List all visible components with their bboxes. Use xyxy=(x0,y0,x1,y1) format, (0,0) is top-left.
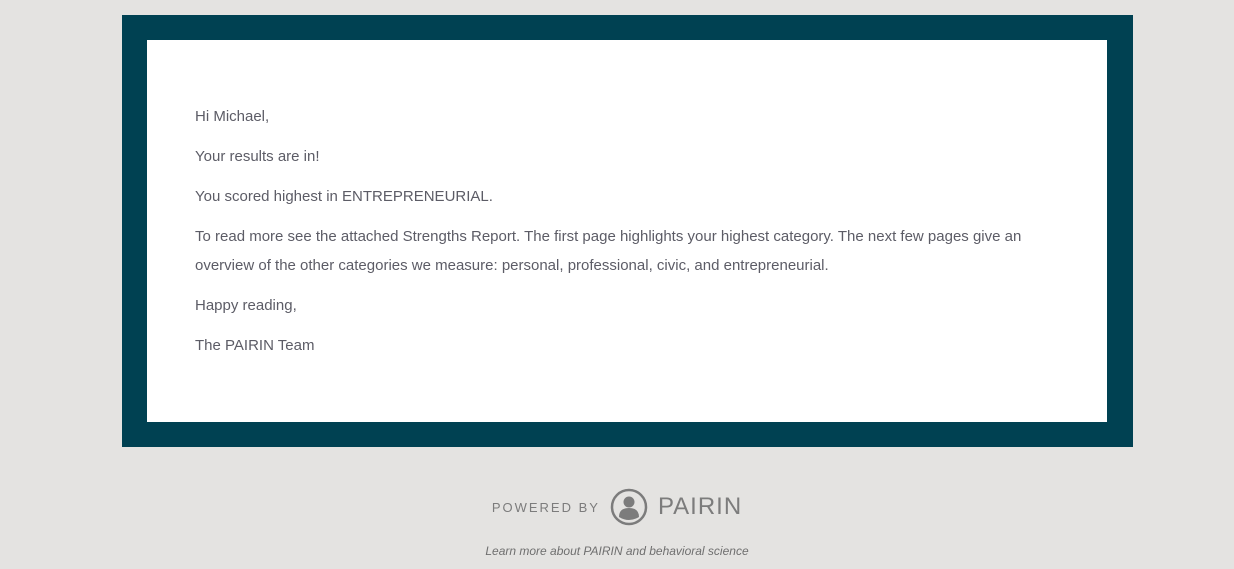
closing: Happy reading, xyxy=(195,297,297,314)
pairin-person-icon xyxy=(610,488,648,526)
pairin-brand: PAIRIN xyxy=(657,493,743,520)
learn-more-link[interactable]: Learn more about PAIRIN and behavioral s… xyxy=(0,544,1234,558)
signature: The PAIRIN Team xyxy=(195,337,315,354)
greeting: Hi Michael, xyxy=(195,108,270,125)
email-frame: Hi Michael, Your results are in! You sco… xyxy=(122,15,1133,447)
results-line: Your results are in! xyxy=(195,148,320,165)
footer: POWERED BY PAIRIN Learn more about PAIRI… xyxy=(0,488,1234,558)
powered-by-logo[interactable]: POWERED BY PAIRIN xyxy=(0,488,1234,526)
report-description: To read more see the attached Strengths … xyxy=(195,228,1022,274)
email-body: Hi Michael, Your results are in! You sco… xyxy=(195,102,1065,371)
powered-by-label: POWERED BY xyxy=(491,499,600,515)
highest-score-line: You scored highest in ENTREPRENEURIAL. xyxy=(195,188,493,205)
email-card: Hi Michael, Your results are in! You sco… xyxy=(147,40,1107,422)
